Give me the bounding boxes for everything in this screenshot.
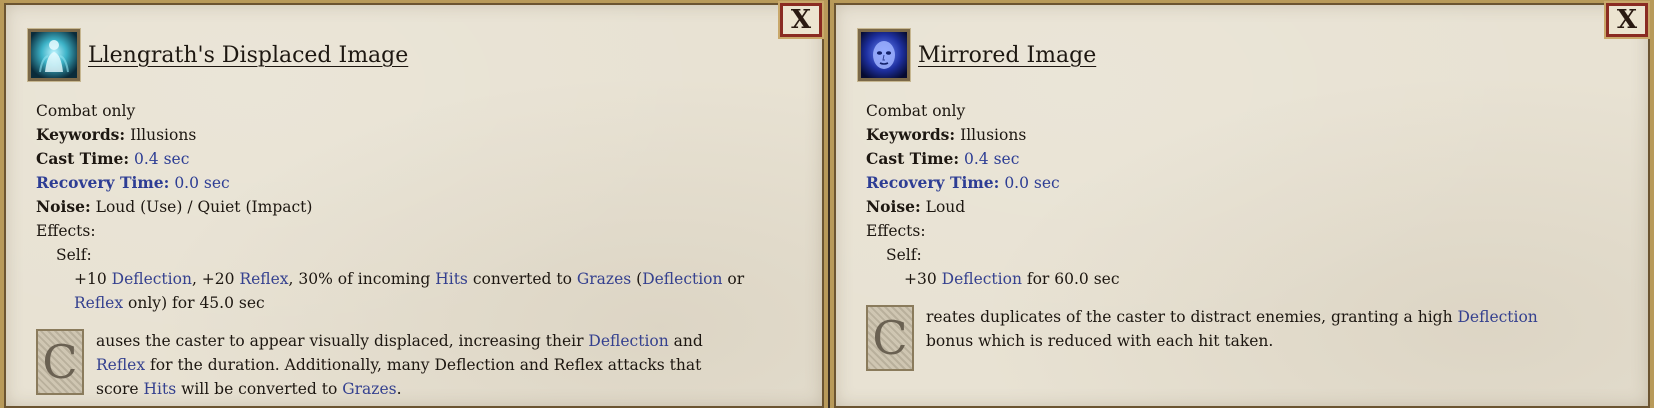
hits-link[interactable]: Hits [435, 270, 468, 288]
effects-label: Effects: [866, 222, 926, 240]
hits-link[interactable]: Hits [143, 380, 176, 398]
description-text: auses the caster to appear visually disp… [96, 332, 703, 398]
description-text: reates duplicates of the caster to distr… [926, 308, 1538, 350]
dropcap-icon: C [866, 305, 914, 371]
spell-description: C auses the caster to appear visually di… [36, 329, 746, 401]
self-label: Self: [56, 246, 92, 264]
noise-row: Noise: Loud (Use) / Quiet (Impact) [36, 197, 313, 216]
deflection-link[interactable]: Deflection [642, 270, 722, 288]
recovery-time-row: Recovery Time: 0.0 sec [36, 173, 230, 192]
effects-label: Effects: [36, 222, 96, 240]
grazes-link[interactable]: Grazes [577, 270, 631, 288]
spell-stats: Combat only Keywords: Illusions Cast Tim… [866, 99, 1120, 291]
deflection-link[interactable]: Deflection [942, 270, 1022, 288]
tooltip-stage: X Llengrath's Displaced Image Combat onl… [0, 0, 1654, 408]
cast-time-row: Cast Time: 0.4 sec [866, 149, 1020, 168]
reflex-link[interactable]: Reflex [239, 270, 288, 288]
deflection-link[interactable]: Deflection [1458, 308, 1538, 326]
keywords-row: Keywords: Illusions [866, 125, 1027, 144]
noise-row: Noise: Loud [866, 197, 966, 216]
reflex-link[interactable]: Reflex [74, 294, 123, 312]
reflex-link[interactable]: Reflex [96, 356, 145, 374]
close-button[interactable]: X [778, 1, 824, 39]
spell-stats: Combat only Keywords: Illusions Cast Tim… [36, 99, 764, 315]
effect-description: +10 Deflection, +20 Reflex, 30% of incom… [74, 270, 745, 312]
spell-tooltip-mirrored-image: X Mirrored Image Combat only Keywords: I… [830, 0, 1654, 408]
self-label: Self: [886, 246, 922, 264]
dropcap-icon: C [36, 329, 84, 395]
spell-description: C reates duplicates of the caster to dis… [866, 305, 1576, 371]
effect-description: +30 Deflection for 60.0 sec [904, 270, 1120, 288]
spell-tooltip-llengrath: X Llengrath's Displaced Image Combat onl… [0, 0, 828, 408]
close-icon: X [1616, 5, 1638, 35]
combat-only-text: Combat only [866, 102, 966, 120]
cast-time-row: Cast Time: 0.4 sec [36, 149, 190, 168]
tooltip-header: Llengrath's Displaced Image [27, 28, 409, 82]
tooltip-header: Mirrored Image [857, 28, 1097, 82]
combat-only-text: Combat only [36, 102, 136, 120]
recovery-time-row: Recovery Time: 0.0 sec [866, 173, 1060, 192]
grazes-link[interactable]: Grazes [342, 380, 396, 398]
spell-title: Llengrath's Displaced Image [88, 42, 409, 68]
blue-face-icon [857, 28, 911, 82]
spell-title: Mirrored Image [918, 42, 1097, 68]
deflection-link[interactable]: Deflection [588, 332, 668, 350]
deflection-link[interactable]: Deflection [112, 270, 192, 288]
close-icon: X [790, 5, 812, 35]
close-button[interactable]: X [1604, 1, 1650, 39]
glowing-figure-icon [27, 28, 81, 82]
keywords-row: Keywords: Illusions [36, 125, 197, 144]
